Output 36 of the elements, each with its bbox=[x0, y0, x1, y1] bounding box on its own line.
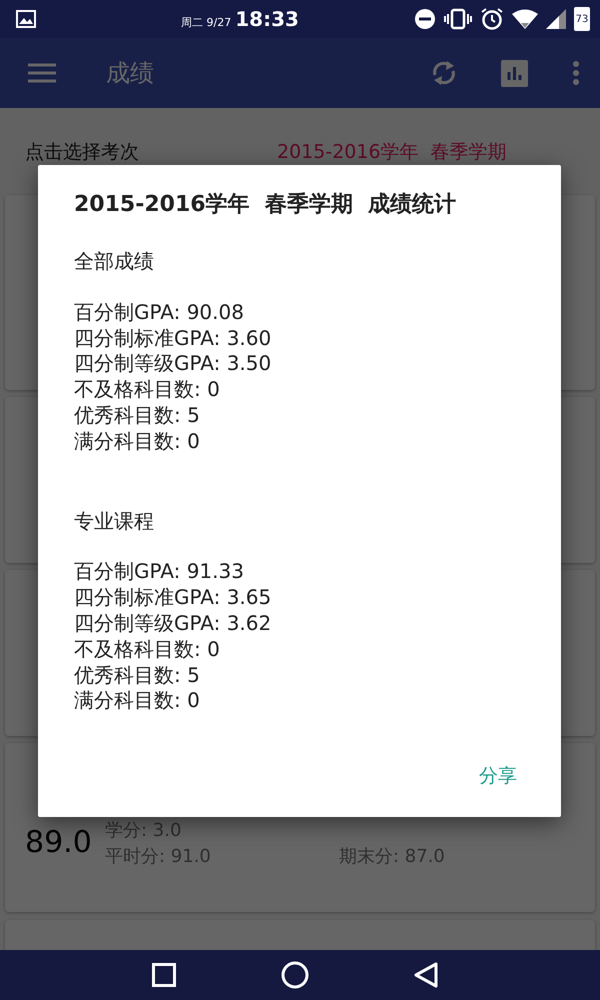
statistic-line: 百分制GPA: 91.33 bbox=[74, 559, 245, 586]
more-options-icon[interactable] bbox=[572, 61, 580, 85]
statistic-line: 不及格科目数: 0 bbox=[74, 377, 221, 403]
home-icon[interactable] bbox=[280, 961, 309, 989]
statistic-line: 不及格科目数: 0 bbox=[74, 636, 221, 663]
statistic-line: 四分制等级GPA: 3.62 bbox=[74, 610, 272, 637]
share-button[interactable]: 分享 bbox=[467, 757, 529, 795]
statistic-line: 优秀科目数: 5 bbox=[74, 402, 201, 429]
statistic-line: 四分制标准GPA: 3.65 bbox=[74, 585, 272, 611]
dialog-title: 2015-2016学年 春季学期 成绩统计 bbox=[74, 191, 458, 219]
refresh-icon[interactable] bbox=[431, 58, 457, 88]
do-not-disturb-icon bbox=[414, 8, 436, 30]
signal-icon bbox=[546, 9, 566, 29]
alarm-icon bbox=[480, 7, 504, 31]
statistic-line: 百分制GPA: 90.08 bbox=[74, 300, 245, 326]
toolbar-title: 成绩 bbox=[106, 58, 154, 89]
battery-level: 73 bbox=[576, 14, 588, 24]
statistic-line: 四分制标准GPA: 3.60 bbox=[74, 326, 272, 352]
status-time: 18:33 bbox=[235, 7, 299, 31]
status-date: 周二 9/27 bbox=[181, 15, 232, 30]
statistic-line: 优秀科目数: 5 bbox=[74, 662, 201, 688]
vibrate-icon bbox=[444, 8, 472, 30]
back-icon[interactable] bbox=[414, 962, 438, 988]
section-heading: 专业课程 bbox=[74, 508, 155, 534]
bar-chart-icon[interactable] bbox=[501, 60, 528, 86]
recents-icon[interactable] bbox=[152, 963, 176, 987]
exam-label: 点击选择考次 bbox=[25, 140, 140, 164]
statistic-line: 四分制等级GPA: 3.50 bbox=[74, 351, 272, 378]
exam-selector[interactable]: 2015-2016学年 春季学期 bbox=[277, 138, 507, 164]
section-heading: 全部成绩 bbox=[74, 249, 155, 275]
wifi-icon bbox=[512, 9, 538, 29]
statistic-line: 满分科目数: 0 bbox=[74, 428, 201, 455]
image-icon bbox=[16, 10, 36, 28]
score: 89.0 bbox=[25, 825, 93, 860]
menu-icon[interactable] bbox=[28, 63, 56, 83]
statistic-line: 满分科目数: 0 bbox=[74, 688, 201, 714]
